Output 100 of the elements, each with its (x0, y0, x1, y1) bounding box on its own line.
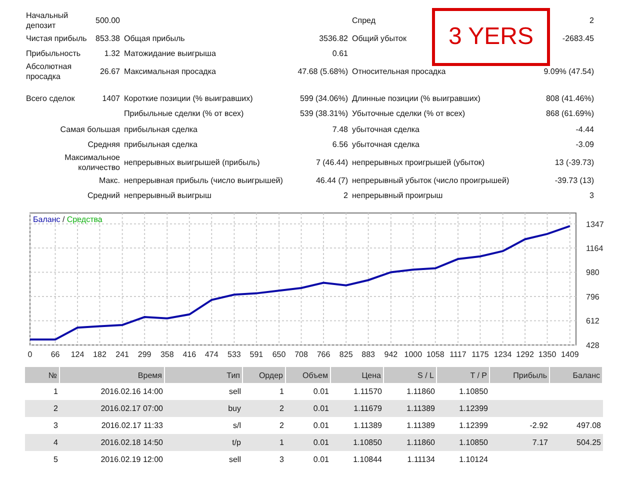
x-tick-label: 299 (138, 350, 152, 359)
stat-label: Общая прибыль (124, 34, 185, 44)
table-cell: 1.11860 (406, 387, 435, 396)
x-tick-label: 182 (93, 350, 106, 359)
stat-value: 500.00 (96, 16, 120, 26)
column-header: Время (60, 367, 165, 383)
table-cell: -2.92 (530, 421, 548, 430)
stat-label: Относительная просадка (352, 67, 446, 77)
x-tick-label: 825 (339, 350, 353, 359)
stat-value: 3 (590, 191, 594, 202)
x-tick-label: 883 (362, 350, 375, 359)
column-header: Тип (165, 367, 243, 383)
stat-label: Прибыльность (26, 49, 81, 60)
stat-label: Средний (87, 191, 120, 202)
stat-value: 7 (46.44) (316, 158, 348, 168)
table-cell: 2016.02.16 14:00 (100, 387, 163, 396)
stat-value: 808 (41.46%) (546, 94, 594, 104)
stat-value: 1407 (102, 94, 120, 104)
stat-label: Убыточные сделки (% от всех) (352, 109, 466, 120)
column-header: Цена (331, 367, 384, 383)
x-tick-label: 1058 (426, 350, 444, 359)
x-tick-label: 66 (50, 350, 60, 359)
x-tick-label: 942 (384, 350, 398, 359)
table-cell: 0.01 (313, 438, 329, 447)
stat-label: Средняя (88, 140, 120, 150)
table-cell: 4 (54, 438, 58, 447)
table-cell: 1.10844 (353, 455, 382, 464)
table-cell: 0.01 (313, 421, 329, 430)
stat-value: 599 (34.06%) (300, 94, 348, 104)
x-tick-label: 474 (204, 350, 218, 359)
table-cell: 0.01 (313, 387, 329, 396)
x-tick-label: 766 (316, 350, 330, 359)
stat-label: Максимальное количество (64, 153, 120, 173)
x-tick-label: 533 (228, 350, 241, 359)
y-tick-label: 612 (586, 316, 600, 326)
y-tick-label: 1347 (586, 220, 604, 229)
table-cell: 1.10850 (459, 438, 488, 447)
table-cell: s/l (233, 421, 241, 430)
table-cell: sell (228, 387, 241, 396)
x-tick-label: 1000 (404, 350, 422, 359)
x-tick-label: 1409 (560, 350, 579, 359)
x-tick-label: 0 (28, 350, 32, 359)
stat-label: прибыльная сделка (124, 140, 198, 150)
table-cell: 3 (280, 455, 284, 464)
stat-value: -3.09 (576, 140, 594, 150)
table-cell: 1.12399 (459, 404, 488, 413)
table-cell: 1.11134 (407, 455, 435, 464)
column-header: Ордер (243, 367, 286, 383)
x-tick-label: 1234 (494, 350, 512, 359)
table-cell: 2016.02.17 07:00 (100, 404, 163, 413)
stat-label: Матожидание выигрыша (124, 49, 216, 60)
stat-value: 6.56 (332, 140, 348, 150)
table-cell: 2016.02.17 11:33 (101, 421, 163, 430)
x-tick-label: 1350 (538, 350, 556, 359)
table-cell: 1 (54, 387, 58, 396)
table-cell: sell (228, 455, 241, 464)
stat-label: непрерывный проигрыш (352, 191, 443, 202)
table-cell: 0.01 (313, 455, 329, 464)
x-tick-label: 124 (70, 350, 84, 359)
stat-label: непрерывных проигрышей (убыток) (352, 158, 485, 168)
stat-value: 13 (-39.73) (554, 158, 594, 168)
x-tick-label: 1292 (516, 350, 534, 359)
stat-label: Спред (352, 16, 376, 26)
table-cell: 7.17 (532, 438, 548, 447)
table-cell: 497.08 (576, 421, 601, 430)
y-tick-label: 428 (586, 341, 600, 350)
x-tick-label: 650 (272, 350, 286, 359)
table-cell: buy (228, 404, 241, 413)
stat-label: Длинные позиции (% выигравших) (352, 94, 480, 104)
x-tick-label: 241 (116, 350, 130, 359)
stat-label: Чистая прибыль (26, 34, 87, 44)
stat-label: непрерывный убыток (число проигрышей) (352, 176, 510, 186)
column-header: Прибыль (490, 367, 550, 383)
y-tick-label: 980 (586, 268, 600, 278)
column-header: T / P (437, 367, 490, 383)
stat-value: 2 (344, 191, 348, 202)
column-header: № (25, 367, 60, 383)
column-header: Объем (286, 367, 331, 383)
stat-value: 7.48 (332, 124, 348, 135)
stat-label: Максимальная просадка (124, 67, 216, 77)
stat-value: 47.68 (5.68%) (298, 67, 348, 77)
table-cell: 1.10850 (459, 387, 488, 396)
x-tick-label: 708 (294, 350, 308, 359)
column-header: S / L (384, 367, 437, 383)
stat-label: Короткие позиции (% выигравших) (124, 94, 253, 104)
table-cell: 1.11679 (354, 404, 382, 413)
stat-label: Начальный депозит (26, 11, 70, 31)
table-cell: 2016.02.18 14:50 (100, 438, 163, 447)
y-tick-label: 1164 (586, 244, 604, 253)
table-cell: 2016.02.19 12:00 (100, 455, 163, 464)
stat-label: Самая большая (60, 124, 120, 135)
stat-value: 1.32 (104, 49, 120, 60)
stat-label: Общий убыток (352, 34, 406, 44)
stat-label: Абсолютная просадка (26, 62, 73, 82)
stat-label: прибыльная сделка (124, 124, 198, 135)
stat-label: непрерывных выигрышей (прибыль) (124, 158, 260, 168)
table-cell: 1 (280, 438, 284, 447)
table-cell: 1.11389 (354, 421, 382, 430)
table-cell: 1.12399 (459, 421, 488, 430)
stat-label: непрерывная прибыль (число выигрышей) (124, 176, 283, 186)
